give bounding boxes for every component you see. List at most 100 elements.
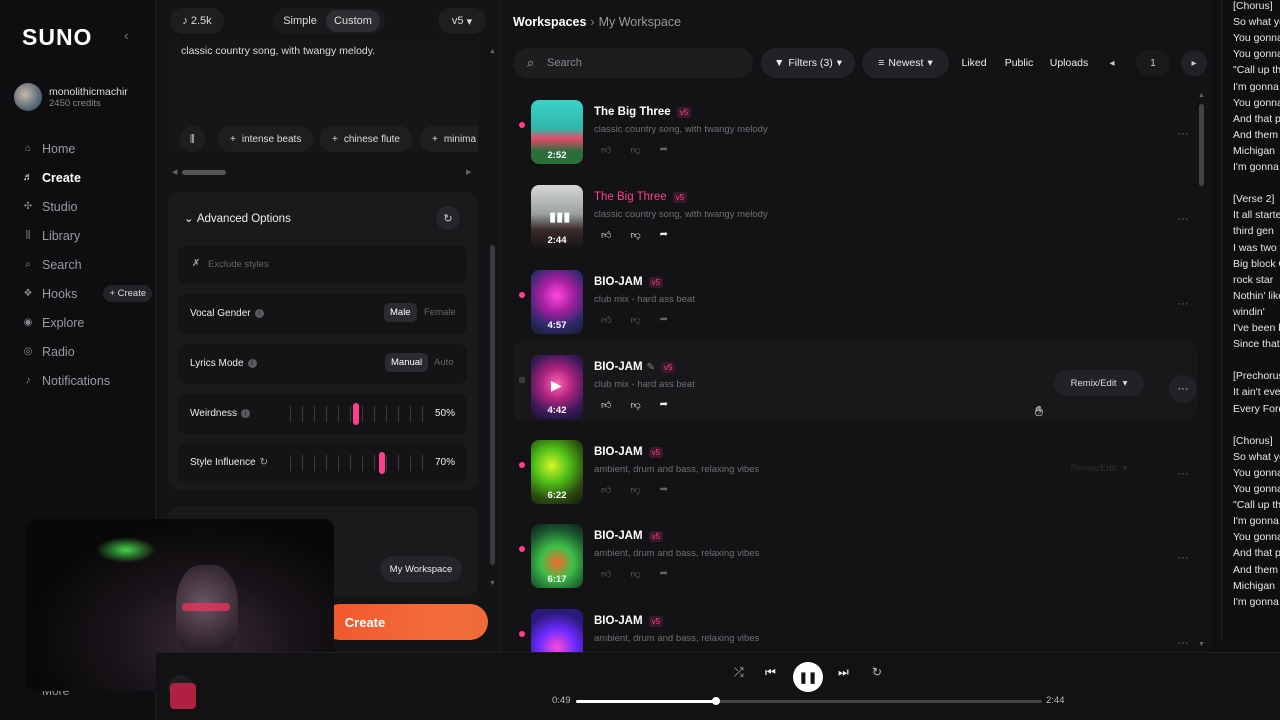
thumbs-up-icon[interactable]: 👍︎ (601, 484, 611, 496)
share-icon[interactable]: ➦ (660, 229, 668, 241)
reset-icon[interactable]: ↻ (436, 206, 460, 230)
search-input[interactable] (547, 54, 737, 72)
thumbs-down-icon[interactable]: 👎︎ (630, 314, 640, 326)
share-icon[interactable]: ➦ (660, 314, 668, 326)
song-title[interactable]: The Big Three v5 (594, 106, 692, 118)
scroll-up-icon[interactable]: ▲ (1198, 92, 1205, 99)
share-icon[interactable]: ➦ (660, 144, 668, 156)
more-options-icon[interactable]: ··· (1169, 375, 1197, 403)
thumbs-up-icon[interactable]: 👍︎ (601, 314, 611, 326)
weirdness-slider[interactable] (290, 394, 423, 434)
song-list-scrollbar[interactable] (1199, 104, 1204, 186)
now-playing-cover[interactable] (170, 683, 196, 709)
progress-bar[interactable] (576, 697, 1042, 705)
vocal-gender-male-button[interactable]: Male (384, 303, 417, 322)
filter-uploads-button[interactable]: Uploads (1046, 48, 1092, 78)
song-row[interactable]: 6:22 BIO-JAM v5 ambient, drum and bass, r… (513, 426, 1197, 506)
more-options-icon[interactable]: ··· (1169, 205, 1197, 233)
filters-button[interactable]: ▼ Filters (3) ▾ (761, 48, 855, 78)
create-button[interactable]: Create (322, 604, 488, 640)
sidebar-item-create[interactable]: ♬ Create (22, 163, 152, 192)
share-icon[interactable]: ➦ (660, 399, 668, 411)
sidebar-item-home[interactable]: ⌂ Home (22, 134, 152, 163)
hooks-create-button[interactable]: + Create (103, 285, 153, 302)
filter-public-button[interactable]: Public (999, 48, 1039, 78)
shuffle-icon[interactable]: ⤮ (734, 665, 744, 680)
song-row[interactable]: ▶ 4:42 BIO-JAM ✎ v5 club mix - hard ass be… (513, 341, 1197, 421)
song-row[interactable]: 4:57 BIO-JAM v5 club mix - hard ass beat … (513, 256, 1197, 336)
song-row[interactable]: 6:17 BIO-JAM v5 ambient, drum and bass, r… (513, 510, 1197, 590)
filter-liked-button[interactable]: Liked (955, 48, 993, 78)
song-title[interactable]: BIO-JAM v5 (594, 615, 664, 627)
sidebar-item-notifications[interactable]: ♪ Notifications (22, 366, 152, 395)
song-title[interactable]: BIO-JAM v5 (594, 276, 664, 288)
remix-edit-button[interactable]: Remix/Edit ▾ (1054, 455, 1144, 481)
mode-simple-button[interactable]: Simple (278, 10, 322, 32)
play-icon[interactable]: ▶ (551, 377, 562, 394)
song-row[interactable]: BIO-JAM v5 ambient, drum and bass, relaxi… (513, 595, 1197, 652)
create-panel-scrollbar[interactable] (490, 245, 495, 565)
slider-handle[interactable] (379, 452, 386, 474)
prev-page-icon[interactable]: ◂ (1099, 50, 1125, 76)
next-page-icon[interactable]: ▸ (1181, 50, 1207, 76)
select-checkbox[interactable] (519, 377, 525, 383)
slider-handle[interactable] (353, 403, 359, 425)
collapse-sidebar-icon[interactable]: ‹ (124, 27, 129, 43)
song-cover[interactable]: 6:17 (531, 524, 583, 588)
remix-edit-button[interactable]: Remix/Edit ▾ (1054, 370, 1144, 396)
scroll-right-icon[interactable]: ▶ (466, 168, 471, 176)
song-cover[interactable]: 4:57 (531, 270, 583, 334)
page-number[interactable]: 1 (1136, 50, 1170, 76)
thumbs-down-icon[interactable]: 👎︎ (630, 144, 640, 156)
song-cover[interactable]: ▶ 4:42 (531, 355, 583, 419)
breadcrumb-workspaces[interactable]: Workspaces (513, 15, 586, 29)
song-title[interactable]: BIO-JAM ✎ v5 (594, 361, 676, 373)
style-chip[interactable]: + intense beats (218, 126, 314, 152)
exclude-styles-field[interactable]: ✗ Exclude styles (178, 246, 467, 284)
more-options-icon[interactable]: ··· (1169, 629, 1197, 652)
song-title[interactable]: The Big Three v5 (594, 191, 688, 203)
song-row[interactable]: ▮▮▮ 2:44 The Big Three v5 classic country… (513, 171, 1197, 251)
thumbs-down-icon[interactable]: 👎︎ (630, 484, 640, 496)
style-chip[interactable]: + minima (420, 126, 478, 152)
sidebar-item-explore[interactable]: ◉ Explore (22, 308, 152, 337)
advanced-options-toggle[interactable]: ⌄ Advanced Options (184, 211, 291, 225)
thumbs-up-icon[interactable]: 👍︎ (601, 229, 611, 241)
sidebar-item-radio[interactable]: ◎ Radio (22, 337, 152, 366)
next-track-icon[interactable]: ⏭︎ (838, 665, 849, 680)
scroll-down-icon[interactable]: ▼ (1198, 641, 1205, 648)
previous-track-icon[interactable]: ⏮︎ (765, 665, 776, 680)
thumbs-down-icon[interactable]: 👎︎ (630, 229, 640, 241)
thumbs-up-icon[interactable]: 👍︎ (601, 144, 611, 156)
style-chip[interactable]: + chinese flute (320, 126, 412, 152)
more-options-icon[interactable]: ··· (1169, 120, 1197, 148)
vocal-gender-female-button[interactable]: Female (424, 307, 456, 318)
scroll-up-icon[interactable]: ▲ (489, 48, 496, 55)
repeat-icon[interactable]: ↻ (872, 665, 882, 679)
share-icon[interactable]: ➦ (660, 484, 668, 496)
suno-logo[interactable]: SUNO (22, 24, 92, 51)
scroll-left-icon[interactable]: ◀ (172, 168, 177, 176)
thumbs-up-icon[interactable]: 👍︎ (601, 399, 611, 411)
style-influence-slider[interactable] (290, 443, 423, 483)
sidebar-item-search[interactable]: ⌕ Search (22, 250, 152, 279)
thumbs-down-icon[interactable]: 👎︎ (630, 399, 640, 411)
song-row[interactable]: 2:52 The Big Three v5 classic country son… (513, 86, 1197, 166)
more-options-icon[interactable]: ··· (1169, 460, 1197, 488)
sort-button[interactable]: ≡ Newest ▾ (862, 48, 949, 78)
workspace-select-button[interactable]: My Workspace (380, 556, 462, 582)
more-options-icon[interactable]: ··· (1169, 290, 1197, 318)
share-icon[interactable]: ➦ (660, 568, 668, 580)
song-cover[interactable] (531, 609, 583, 652)
sidebar-item-studio[interactable]: ✣ Studio (22, 192, 152, 221)
sidebar-item-library[interactable]: ⫼ Library (22, 221, 152, 250)
lyrics-mode-manual-button[interactable]: Manual (385, 353, 429, 372)
pause-button[interactable]: ❚❚ (793, 662, 823, 692)
reset-icon[interactable]: ↻ (260, 457, 268, 468)
progress-handle[interactable] (711, 697, 720, 705)
more-options-icon[interactable]: ··· (1169, 544, 1197, 572)
lyrics-mode-auto-button[interactable]: Auto (434, 357, 454, 368)
scroll-down-icon[interactable]: ▼ (489, 580, 496, 587)
sidebar-item-hooks[interactable]: ❖ Hooks + Create (22, 279, 153, 308)
pencil-icon[interactable]: ✎ (647, 362, 655, 373)
